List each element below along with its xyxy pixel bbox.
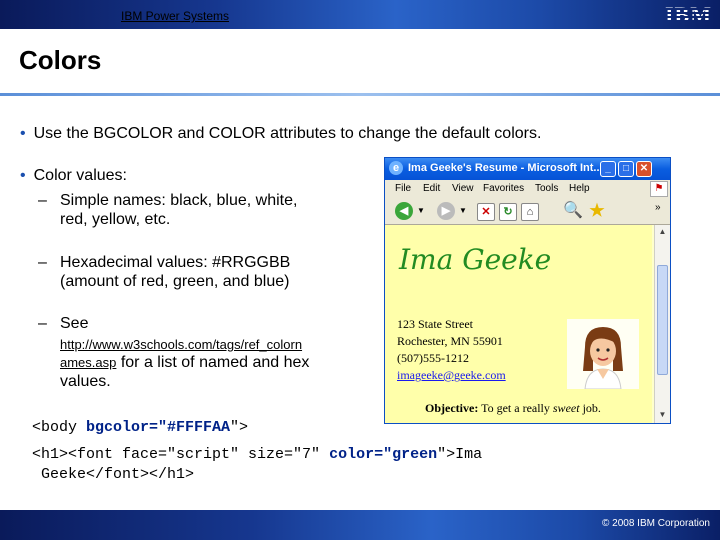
see-rest-text: for a list of named and hex — [116, 354, 310, 371]
window-title: Ima Geeke's Resume - Microsoft Int... — [408, 162, 603, 174]
windows-flag-icon: ⚑ — [650, 181, 668, 197]
bullet-color-values-text: Color values: — [33, 167, 127, 184]
bullet-icon: • — [20, 167, 26, 184]
vertical-scrollbar[interactable]: ▲ ▼ — [654, 225, 670, 423]
close-button[interactable]: ✕ — [636, 161, 652, 177]
code-line-body: <body bgcolor="#FFFFAA"> — [32, 419, 248, 436]
hex-values-label: Hexadecimal values — [60, 254, 204, 271]
search-icon[interactable]: 🔍 — [563, 202, 583, 220]
dash-icon: – — [38, 254, 47, 271]
bullet-attributes: • Use the BGCOLOR and COLOR attributes to… — [20, 125, 710, 143]
menu-view[interactable]: View — [452, 183, 474, 194]
bullet-attributes-text: Use the BGCOLOR and COLOR attributes to … — [33, 125, 542, 142]
sub-bullet-see: – See http://www.w3schools.com/tags/ref_c… — [38, 314, 358, 391]
hex-values-text: : #RRGGBB — [203, 254, 291, 271]
menu-file[interactable]: File — [395, 183, 411, 194]
code-bgcolor-attr: bgcolor="#FFFFAA — [86, 419, 231, 436]
w3schools-link-cont[interactable]: ames.asp — [60, 355, 116, 370]
stop-icon[interactable]: ✕ — [477, 203, 495, 221]
refresh-icon[interactable]: ↻ — [499, 203, 517, 221]
favorites-star-icon[interactable]: ★ — [588, 202, 606, 220]
toolbar-overflow-icon[interactable]: » — [655, 202, 661, 213]
scroll-down-icon[interactable]: ▼ — [657, 410, 668, 421]
dash-icon: – — [38, 315, 47, 332]
footer-copyright: © 2008 IBM Corporation — [602, 518, 710, 529]
menu-favorites[interactable]: Favorites — [483, 183, 524, 194]
menu-help[interactable]: Help — [569, 183, 590, 194]
code-h1-text: ">Ima — [437, 446, 483, 463]
code-color-attr: color="green — [329, 446, 438, 463]
objective-emphasis: sweet — [552, 401, 580, 415]
forward-dropdown-icon[interactable]: ▼ — [459, 206, 467, 215]
scroll-thumb[interactable] — [657, 265, 668, 375]
objective-text: To get a really — [478, 401, 553, 415]
sub-bullet-hex-values: – Hexadecimal values: #RRGGBB (amount of … — [38, 253, 358, 291]
w3schools-link-line1: http://www.w3schools.com/tags/ref_colorn — [38, 333, 358, 353]
browser-toolbar: ◀ ▼ ▶ ▼ ✕ ↻ ⌂ 🔍 ★ » — [385, 198, 670, 225]
footer-band: © 2008 IBM Corporation — [0, 510, 720, 540]
code-h1-open: <h1><font face="script" size="7" — [32, 446, 330, 463]
simple-names-label: Simple names — [60, 192, 162, 209]
minimize-button[interactable]: _ — [600, 161, 616, 177]
see-line3: values. — [60, 373, 111, 390]
hex-values-line2: (amount of red, green, and blue) — [60, 273, 290, 290]
browser-window: e Ima Geeke's Resume - Microsoft Int... … — [384, 157, 671, 424]
menu-edit[interactable]: Edit — [423, 183, 440, 194]
code-body-open: <body — [32, 419, 87, 436]
simple-names-line2: red, yellow, etc. — [60, 211, 171, 228]
code-line-h1: <h1><font face="script" size="7" color="… — [32, 446, 482, 463]
objective-label: Objective: — [425, 401, 479, 415]
objective-line: Objective: To get a really sweet job. — [425, 401, 601, 416]
maximize-button[interactable]: □ — [618, 161, 634, 177]
phone: (507)555-1212 — [397, 351, 469, 365]
back-icon[interactable]: ◀ — [395, 202, 413, 220]
see-line2: ames.asp for a list of named and hex — [38, 353, 358, 372]
bullet-color-values: • Color values: — [20, 167, 127, 185]
ibm-logo: IBM — [665, 2, 712, 27]
address-line2: Rochester, MN 55901 — [397, 334, 503, 348]
address-line1: 123 State Street — [397, 317, 473, 331]
sub-bullet-simple-names: – Simple names: black, blue, white, red, … — [38, 191, 358, 229]
header-band: IBM Power Systems IBM — [0, 0, 720, 29]
page-heading: Ima Geeke — [399, 243, 552, 276]
email-link[interactable]: imageeke@geeke.com — [397, 368, 506, 383]
see-label: See — [60, 315, 89, 332]
code-line-close: Geeke</font></h1> — [32, 466, 195, 483]
simple-names-text: : black, blue, white, — [161, 192, 298, 209]
bullet-icon: • — [20, 125, 26, 142]
slide-title: Colors — [19, 45, 102, 75]
ie-icon: e — [389, 161, 403, 175]
code-body-close: "> — [230, 419, 249, 436]
forward-icon[interactable]: ▶ — [437, 202, 455, 220]
web-page-content: Ima Geeke 123 State Street Rochester, MN… — [385, 225, 652, 423]
window-titlebar: e Ima Geeke's Resume - Microsoft Int... … — [385, 158, 670, 180]
back-dropdown-icon[interactable]: ▼ — [417, 206, 425, 215]
dash-icon: – — [38, 192, 47, 209]
header-title: IBM Power Systems — [121, 9, 230, 23]
menu-tools[interactable]: Tools — [535, 183, 558, 194]
scroll-up-icon[interactable]: ▲ — [657, 227, 668, 238]
objective-end: job. — [579, 401, 601, 415]
home-icon[interactable]: ⌂ — [521, 203, 539, 221]
w3schools-link[interactable]: http://www.w3schools.com/tags/ref_colorn — [60, 337, 302, 352]
avatar — [567, 319, 639, 390]
title-divider — [0, 93, 720, 96]
menu-bar: File Edit View Favorites Tools Help — [385, 180, 670, 198]
